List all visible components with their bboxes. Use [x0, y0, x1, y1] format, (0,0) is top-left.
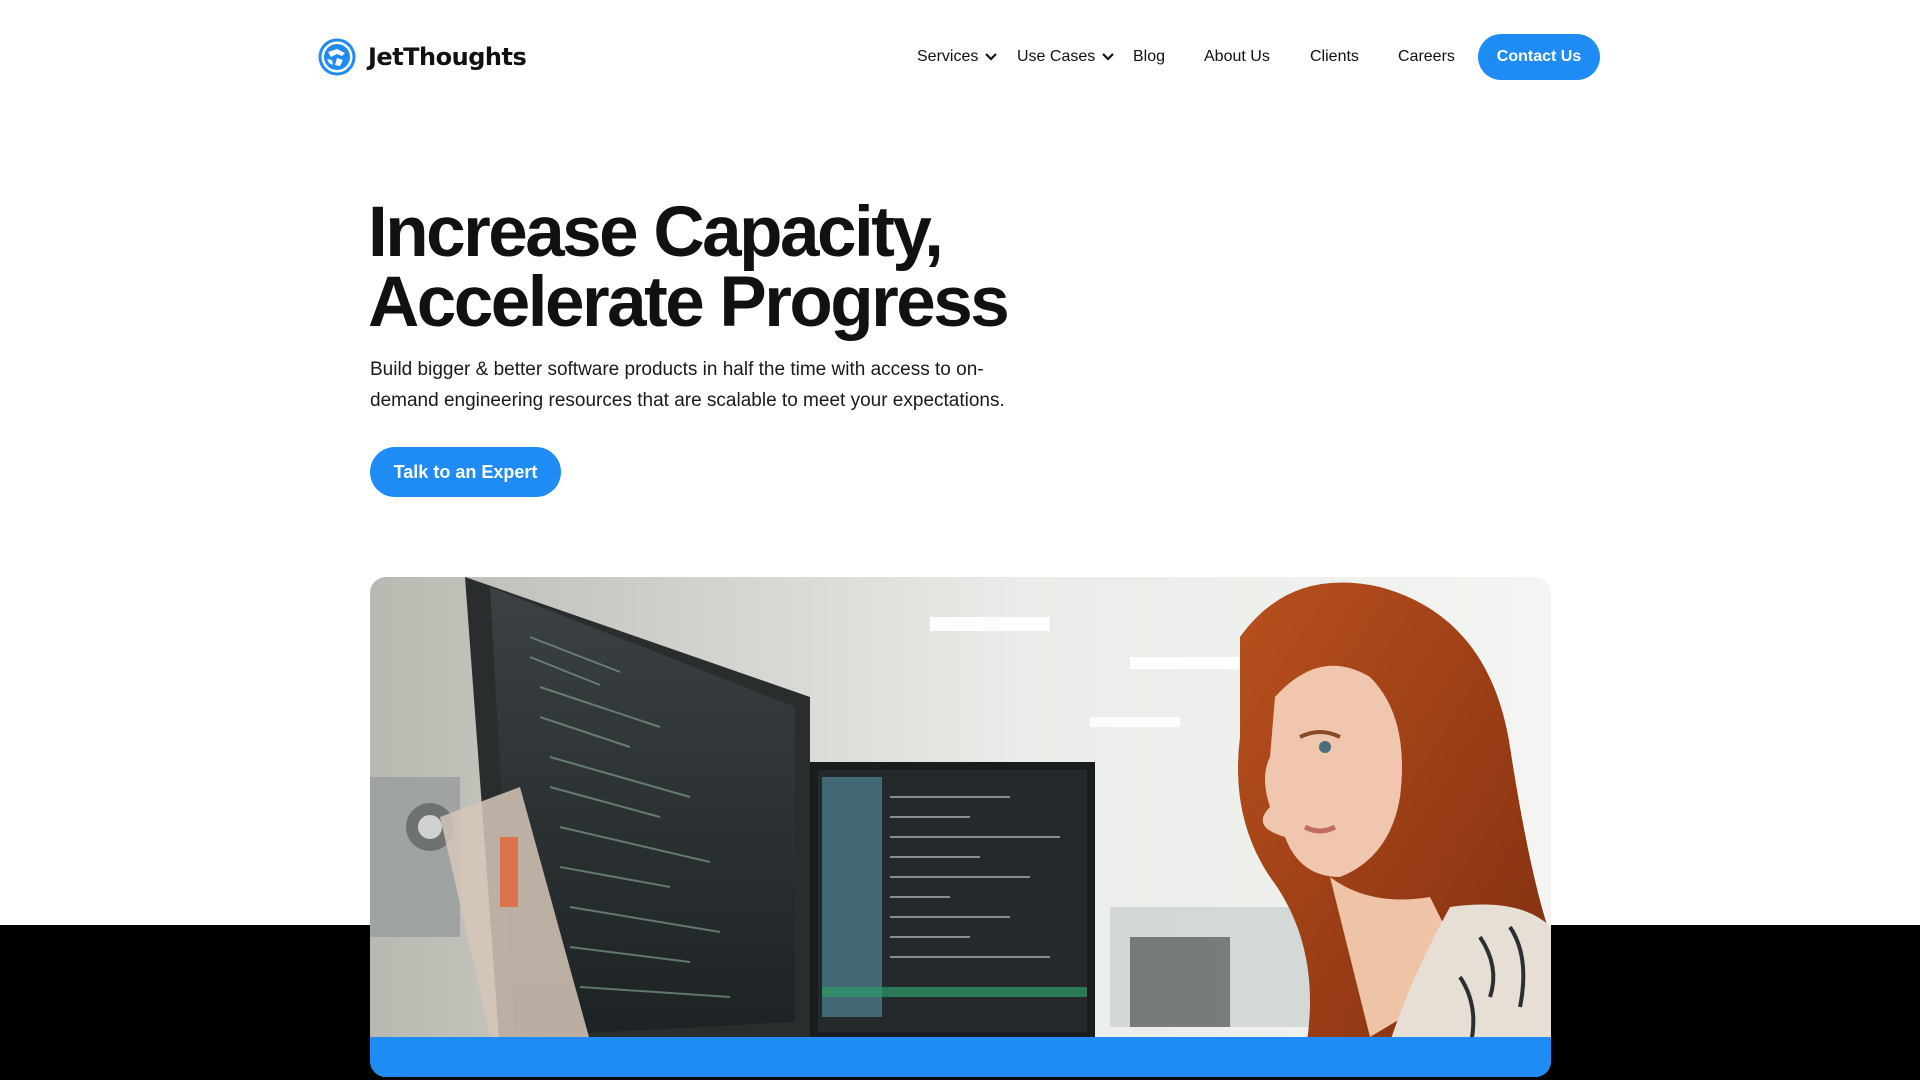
hero-photo [370, 577, 1551, 1077]
hero-title-line-1: Increase Capacity, [368, 193, 944, 272]
chevron-down-icon [985, 53, 998, 61]
nav-item-label: Services [917, 48, 979, 65]
nav-item-label: Careers [1398, 48, 1455, 65]
nav-item-blog[interactable]: Blog [1133, 34, 1165, 80]
nav-item-about-us[interactable]: About Us [1204, 34, 1270, 80]
developer-at-monitors-illustration [370, 577, 1551, 1077]
nav-item-label: Clients [1310, 48, 1359, 65]
hero-photo-accent-strip [370, 1037, 1551, 1077]
hero-title: Increase Capacity, Accelerate Progress [368, 197, 1168, 338]
nav-item-services[interactable]: Services [917, 34, 998, 80]
nav-item-label: Blog [1133, 48, 1166, 65]
hero-subtitle: Build bigger & better software products … [370, 359, 1005, 411]
nav-item-clients[interactable]: Clients [1310, 34, 1359, 80]
chevron-down-icon [1102, 53, 1115, 61]
contact-us-button[interactable]: Contact Us [1478, 34, 1600, 80]
nav-item-label: About Us [1204, 48, 1270, 65]
top-navigation: JetThoughts Services Use Cases Blog Abou… [0, 0, 1920, 114]
nav-item-use-cases[interactable]: Use Cases [1017, 34, 1115, 80]
hero-title-line-2: Accelerate Progress [368, 263, 1010, 342]
nav-item-careers[interactable]: Careers [1398, 34, 1455, 80]
main-menu: Services Use Cases Blog About Us Clients… [0, 34, 1920, 80]
talk-to-expert-button[interactable]: Talk to an Expert [370, 447, 561, 497]
nav-item-label: Use Cases [1017, 48, 1096, 65]
